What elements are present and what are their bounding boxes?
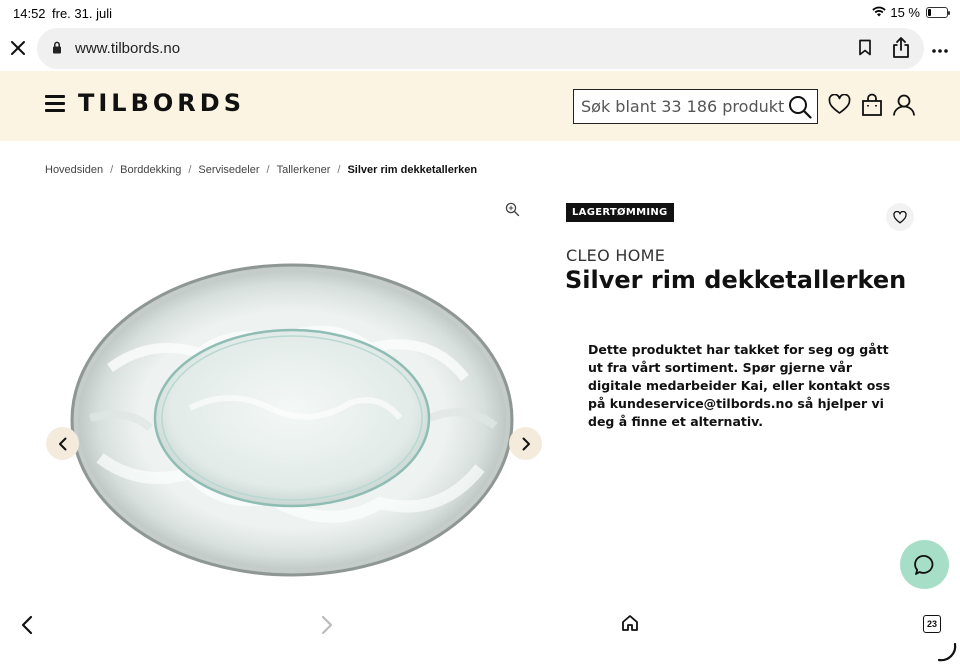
product-brand[interactable]: CLEO HOME <box>566 246 665 265</box>
forward-button[interactable] <box>320 615 334 640</box>
url-text[interactable]: www.tilbords.no <box>75 40 180 57</box>
clock: 14:52 <box>13 6 46 21</box>
menu-icon[interactable] <box>45 95 65 113</box>
status-indicators: 15 % <box>872 5 950 20</box>
more-options-icon[interactable] <box>931 41 949 59</box>
search-box <box>573 89 818 124</box>
battery-percent: 15 % <box>890 5 920 20</box>
loading-spinner-icon <box>935 640 959 669</box>
site-logo[interactable]: TILBORDS <box>78 89 245 117</box>
tabs-button[interactable]: 23 <box>923 615 941 633</box>
breadcrumb-item-tallerkener[interactable]: Tallerkener <box>277 164 331 176</box>
image-next-button[interactable] <box>509 427 542 460</box>
date: fre. 31. juli <box>52 6 112 21</box>
lock-icon <box>52 41 62 59</box>
battery-fill <box>928 9 931 16</box>
share-icon[interactable] <box>891 36 911 64</box>
chat-bubble-icon <box>913 554 933 575</box>
user-account-icon[interactable] <box>892 93 916 122</box>
zoom-icon[interactable] <box>505 202 520 222</box>
wifi-icon <box>872 5 887 20</box>
site-header: TILBORDS <box>0 71 960 141</box>
wishlist-heart-icon[interactable] <box>828 93 851 120</box>
close-tab-button[interactable] <box>8 37 28 59</box>
breadcrumb-separator: / <box>188 164 192 176</box>
browser-toolbar: www.tilbords.no <box>0 27 960 71</box>
breadcrumb-separator: / <box>110 164 114 176</box>
breadcrumb-separator: / <box>266 164 270 176</box>
breadcrumb: Hovedsiden / Borddekking / Servisedeler … <box>45 164 477 176</box>
add-to-favorites-button[interactable] <box>886 203 914 231</box>
battery-icon <box>926 7 950 18</box>
discontinued-notice: Dette produktet har takket for seg og gå… <box>588 342 891 429</box>
chat-button[interactable] <box>900 540 949 589</box>
breadcrumb-separator: / <box>337 164 341 176</box>
sale-badge: LAGERTØMMING <box>566 203 674 222</box>
status-bar: 14:52 fre. 31. juli 15 % <box>0 0 960 26</box>
bookmark-icon[interactable] <box>858 39 872 61</box>
browser-bottom-bar: 23 <box>0 603 960 667</box>
product-title: Silver rim dekketallerken <box>565 266 907 294</box>
product-image[interactable] <box>70 258 520 583</box>
image-prev-button[interactable] <box>46 427 79 460</box>
search-icon[interactable] <box>788 95 812 124</box>
breadcrumb-item-borddekking[interactable]: Borddekking <box>120 164 181 176</box>
breadcrumb-item-current: Silver rim dekketallerken <box>347 164 478 176</box>
search-input[interactable] <box>574 90 784 123</box>
chevron-right-icon <box>522 437 530 450</box>
shopping-bag-icon[interactable] <box>861 93 883 122</box>
home-icon[interactable] <box>621 614 639 637</box>
heart-icon <box>893 210 907 223</box>
chevron-left-icon <box>58 437 66 450</box>
breadcrumb-item-servisedeler[interactable]: Servisedeler <box>198 164 259 176</box>
back-button[interactable] <box>20 615 34 640</box>
breadcrumb-item-home[interactable]: Hovedsiden <box>45 164 103 176</box>
